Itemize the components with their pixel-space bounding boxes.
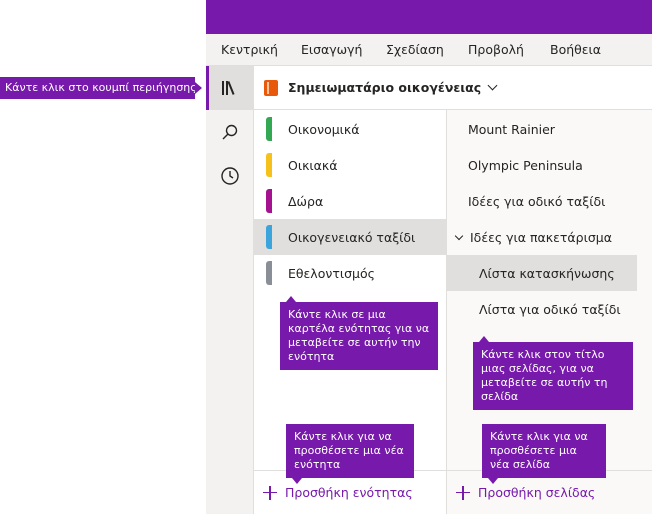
navigation-rail [206, 66, 254, 514]
callout-arrow [286, 296, 296, 302]
section-tab[interactable]: Εθελοντισμός [254, 255, 447, 291]
plus-icon [456, 485, 470, 500]
menu-insert[interactable]: Εισαγωγή [301, 42, 362, 57]
page-label: Ιδέες για πακετάρισμα [470, 229, 612, 245]
section-color-tab [266, 153, 272, 177]
callout-add-section: Κάντε κλικ για να προσθέσετε μια νέα ενό… [286, 424, 414, 484]
section-color-tab [266, 117, 272, 141]
callout-arrow [488, 478, 498, 484]
section-label: Εθελοντισμός [288, 265, 375, 281]
plus-icon [263, 485, 277, 500]
section-label: Οικογενειακό ταξίδι [288, 229, 416, 245]
notebooks-icon [222, 81, 235, 95]
title-bar [206, 0, 652, 34]
section-color-tab [266, 189, 272, 213]
section-tab[interactable]: Οικιακά [254, 147, 447, 183]
callout-navigation: Κάντε κλικ στο κουμπί περιήγησης [0, 77, 202, 99]
callout-section-tab: Κάντε κλικ σε μια καρτέλα ενότητας για ν… [280, 296, 438, 370]
page-item[interactable]: Ιδέες για οδικό ταξίδι [447, 183, 637, 219]
callout-text: Κάντε κλικ στο κουμπί περιήγησης [5, 81, 197, 94]
section-color-tab [266, 261, 272, 285]
page-item[interactable]: Mount Rainier [447, 111, 637, 147]
page-item-expanded[interactable]: Ιδέες για πακετάρισμα [447, 219, 637, 255]
callout-add-page: Κάντε κλικ για να προσθέσετε μια νέα σελ… [482, 424, 606, 484]
menu-home[interactable]: Κεντρική [221, 42, 278, 57]
notebook-icon [264, 79, 278, 96]
section-label: Οικονομικά [288, 121, 360, 137]
add-page-label: Προσθήκη σελίδας [478, 485, 596, 500]
notebook-title: Σημειωματάριο οικογένειας [288, 80, 482, 95]
chevron-down-icon [454, 231, 464, 240]
search-button[interactable] [206, 110, 254, 154]
menu-design[interactable]: Σχεδίαση [386, 42, 444, 57]
notebook-dropdown[interactable]: Σημειωματάριο οικογένειας [254, 66, 652, 110]
callout-arrow [292, 478, 302, 484]
menu-view[interactable]: Προβολή [468, 42, 524, 57]
section-tab[interactable]: Οικονομικά [254, 111, 447, 147]
section-color-tab [266, 225, 272, 249]
callout-text: Κάντε κλικ για να προσθέσετε μια νέα σελ… [490, 430, 588, 471]
section-label: Οικιακά [288, 157, 338, 173]
callout-page-title: Κάντε κλικ στον τίτλο μιας σελίδας, για … [473, 336, 633, 410]
subpage-item-selected[interactable]: Λίστα κατασκήνωσης [447, 255, 637, 291]
navigation-button[interactable] [206, 66, 254, 110]
ribbon-menu-bar: Κεντρική Εισαγωγή Σχεδίαση Προβολή Βοήθε… [206, 34, 652, 66]
menu-help[interactable]: Βοήθεια [550, 42, 601, 57]
add-section-label: Προσθήκη ενότητας [285, 485, 413, 500]
recent-button[interactable] [206, 154, 254, 198]
callout-text: Κάντε κλικ για να προσθέσετε μια νέα ενό… [294, 430, 404, 471]
section-tab-selected[interactable]: Οικογενειακό ταξίδι [254, 219, 447, 255]
chevron-down-icon [487, 80, 498, 91]
subpage-item[interactable]: Λίστα για οδικό ταξίδι [447, 291, 637, 327]
page-item[interactable]: Olympic Peninsula [447, 147, 637, 183]
section-label: Δώρα [288, 193, 324, 209]
callout-text: Κάντε κλικ σε μια καρτέλα ενότητας για ν… [288, 308, 430, 363]
section-tab[interactable]: Δώρα [254, 183, 447, 219]
search-icon [222, 124, 238, 140]
callout-arrow [479, 336, 489, 342]
callout-arrow [195, 82, 202, 94]
recent-clock-icon [221, 167, 239, 185]
callout-text: Κάντε κλικ στον τίτλο μιας σελίδας, για … [481, 348, 608, 403]
onenote-window: Κεντρική Εισαγωγή Σχεδίαση Προβολή Βοήθε… [0, 0, 652, 514]
